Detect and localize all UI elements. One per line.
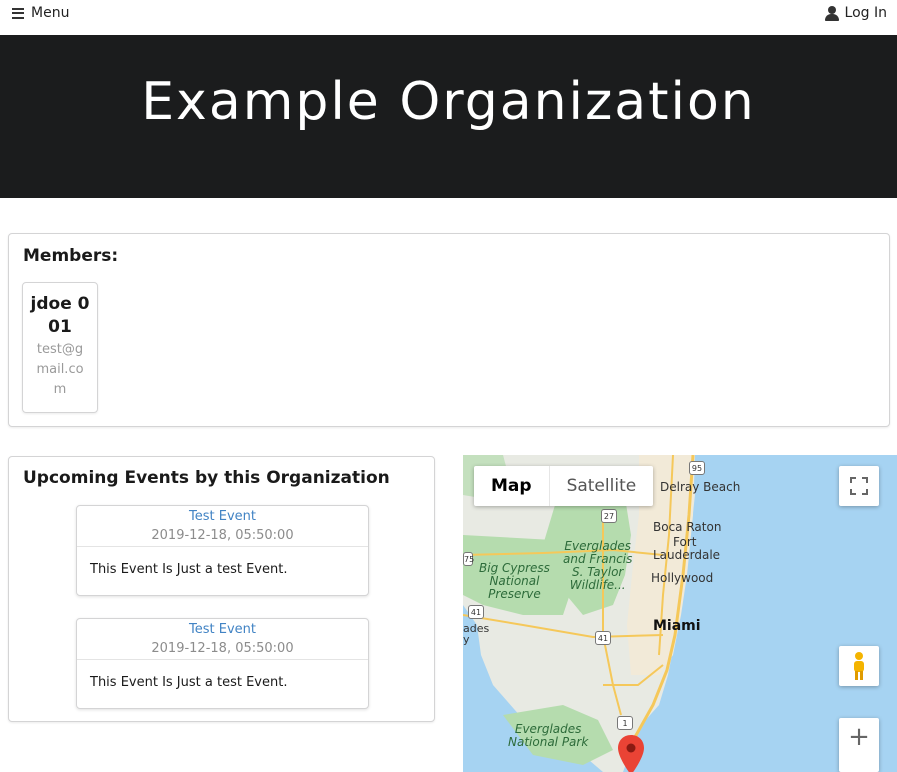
member-name: jdoe 001 [30, 294, 90, 337]
login-label: Log In [844, 5, 887, 21]
menu-button[interactable]: Menu [12, 5, 69, 21]
event-header: Test Event 2019-12-18, 05:50:00 [77, 506, 368, 547]
place-label: Lauderdale [653, 548, 721, 562]
member-card[interactable]: jdoe 001 test@gmail.com [22, 282, 98, 413]
highway-shield: 75 [463, 552, 474, 566]
place-label: Fort [673, 535, 697, 549]
street-view-button[interactable] [839, 646, 879, 686]
event-card: Test Event 2019-12-18, 05:50:00 This Eve… [76, 618, 369, 709]
event-datetime: 2019-12-18, 05:50:00 [151, 528, 294, 543]
place-label: Boca Raton [653, 520, 722, 534]
park-label-line: National Park [508, 735, 589, 749]
zoom-in-button[interactable]: + [839, 718, 879, 772]
event-header: Test Event 2019-12-18, 05:50:00 [77, 619, 368, 660]
login-button[interactable]: Log In [824, 5, 887, 21]
highway-shield: 27 [601, 509, 617, 523]
fullscreen-icon [850, 477, 868, 495]
members-heading: Members: [23, 246, 119, 266]
top-bar: Menu Log In [0, 0, 897, 35]
fullscreen-button[interactable] [839, 466, 879, 506]
event-card: Test Event 2019-12-18, 05:50:00 This Eve… [76, 505, 369, 596]
highway-shield: 41 [468, 605, 484, 619]
event-title-link[interactable]: Test Event [77, 621, 368, 639]
map-type-control: Map Satellite [474, 466, 654, 506]
park-label: Big Cypress National Preserve [479, 562, 550, 601]
events-card: Upcoming Events by this Organization Tes… [8, 456, 435, 722]
park-label: Everglades National Park [508, 723, 588, 749]
highway-shield: 1 [617, 716, 633, 730]
hamburger-icon [12, 7, 24, 19]
park-label-line: Preserve [488, 587, 541, 601]
highway-shield: 41 [595, 631, 611, 645]
event-description: This Event Is Just a test Event. [90, 562, 288, 577]
pegman-icon [854, 652, 864, 680]
map-widget[interactable]: Delray Beach Boca Raton Fort Lauderdale … [463, 455, 897, 772]
map-type-map-button[interactable]: Map [474, 466, 550, 506]
location-marker-icon[interactable] [617, 735, 645, 772]
park-label: Everglades and Francis S. Taylor Wildlif… [563, 540, 632, 592]
events-heading: Upcoming Events by this Organization [23, 468, 390, 488]
place-label: y [463, 633, 470, 646]
place-label: Hollywood [651, 571, 714, 585]
event-description: This Event Is Just a test Event. [90, 675, 288, 690]
organization-title: Example Organization [141, 71, 756, 132]
member-email: test@gmail.com [36, 342, 84, 397]
highway-shield: 95 [689, 461, 705, 475]
park-label-line: Wildlife... [569, 578, 626, 592]
zoom-in-icon: + [848, 722, 870, 752]
place-label: Delray Beach [660, 480, 741, 494]
event-datetime: 2019-12-18, 05:50:00 [151, 641, 294, 656]
members-card: Members: jdoe 001 test@gmail.com [8, 233, 890, 427]
user-icon [824, 5, 839, 21]
menu-label: Menu [31, 5, 70, 21]
event-title-link[interactable]: Test Event [77, 508, 368, 526]
hero-banner: Example Organization [0, 35, 897, 198]
place-label: Miami [653, 618, 701, 634]
map-type-satellite-button[interactable]: Satellite [550, 466, 654, 506]
